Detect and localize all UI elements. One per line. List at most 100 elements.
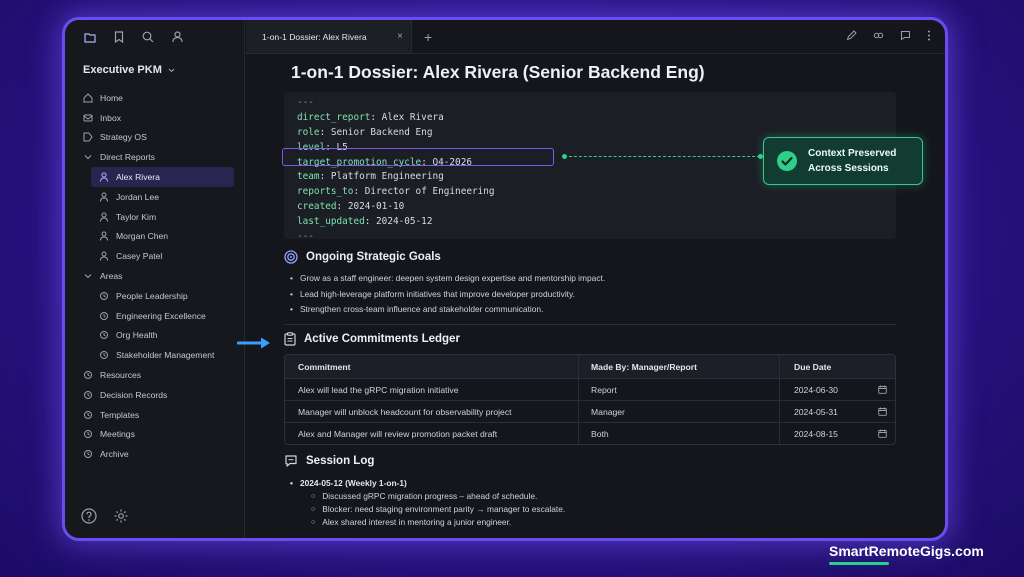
folder-icon[interactable] <box>84 32 96 43</box>
sidebar-item-label: Meetings <box>100 429 135 440</box>
person-icon <box>99 212 109 222</box>
target-icon <box>284 250 298 264</box>
chat-bubble-icon <box>284 454 298 468</box>
new-tab-button[interactable]: + <box>424 29 432 45</box>
tab-label: 1-on-1 Dossier: Alex Rivera <box>262 31 367 42</box>
session-log: 2024-05-12 (Weekly 1-on-1) Discussed gRP… <box>290 476 565 529</box>
sidebar-item-morgan-chen[interactable]: Morgan Chen <box>65 227 244 247</box>
sidebar-item-stakeholder-management[interactable]: Stakeholder Management <box>65 345 244 365</box>
frontmatter-value: Platform Engineering <box>330 171 444 183</box>
calendar-icon[interactable] <box>878 429 887 438</box>
sidebar-item-org-health[interactable]: Org Health <box>65 326 244 346</box>
area-icon <box>99 291 109 301</box>
sidebar-item-taylor-kim[interactable]: Taylor Kim <box>65 207 244 227</box>
vault-switcher[interactable]: Executive PKM <box>65 54 244 80</box>
tab-dossier[interactable]: 1-on-1 Dossier: Alex Rivera × <box>246 20 412 53</box>
sidebar-item-home[interactable]: Home <box>65 88 244 108</box>
table-cell[interactable]: Manager will unblock headcount for obser… <box>285 401 579 422</box>
sidebar-item-archive[interactable]: Archive <box>65 444 244 464</box>
column-header[interactable]: Due Date <box>780 355 895 378</box>
area-icon <box>83 449 93 459</box>
tab-bar: 1-on-1 Dossier: Alex Rivera × + <box>246 20 945 54</box>
area-icon <box>83 429 93 439</box>
sidebar: Executive PKM Home Inbox Strategy OS Dir… <box>65 20 245 538</box>
sidebar-item-casey-patel[interactable]: Casey Patel <box>65 246 244 266</box>
sidebar-item-strategy-os[interactable]: Strategy OS <box>65 128 244 148</box>
table-cell[interactable]: 2024-08-15 <box>780 423 895 444</box>
sidebar-folder-areas[interactable]: Areas <box>65 266 244 286</box>
help-icon[interactable] <box>81 508 97 524</box>
calendar-icon[interactable] <box>878 385 887 394</box>
frontmatter-value: Alex Rivera <box>381 111 444 123</box>
callout-line-2: Across Sessions <box>808 163 889 174</box>
home-icon <box>83 93 93 103</box>
goals-heading: Ongoing Strategic Goals <box>284 250 441 264</box>
search-icon[interactable] <box>142 31 154 43</box>
frontmatter-row: last_updated: 2024-05-12 <box>297 216 433 228</box>
table-cell[interactable]: Manager <box>579 401 780 422</box>
close-icon[interactable]: × <box>397 31 403 42</box>
sidebar-item-resources[interactable]: Resources <box>65 365 244 385</box>
table-cell[interactable]: Alex will lead the gRPC migration initia… <box>285 379 579 400</box>
sidebar-item-alex-rivera[interactable]: Alex Rivera <box>91 167 234 187</box>
list-item: Lead high-leverage platform initiatives … <box>290 287 605 303</box>
commitments-table: Commitment Made By: Manager/Report Due D… <box>284 354 896 445</box>
column-header[interactable]: Made By: Manager/Report <box>579 355 780 378</box>
connector-line <box>564 156 760 157</box>
callout-text: Context Preserved Across Sessions <box>808 146 896 176</box>
calendar-icon[interactable] <box>878 407 887 416</box>
sidebar-item-meetings[interactable]: Meetings <box>65 425 244 445</box>
sidebar-item-label: Casey Patel <box>116 251 163 262</box>
goals-list: Grow as a staff engineer: deepen system … <box>290 271 605 318</box>
list-item: Grow as a staff engineer: deepen system … <box>290 271 605 287</box>
bookmark-icon[interactable] <box>114 31 124 43</box>
callout-line-1: Context Preserved <box>808 148 897 159</box>
frontmatter-key: last_updated <box>297 216 365 228</box>
highlight-box <box>282 148 554 166</box>
sidebar-footer <box>81 508 129 524</box>
context-callout: Context Preserved Across Sessions <box>763 137 923 185</box>
table-row[interactable]: Alex and Manager will review promotion p… <box>285 422 895 444</box>
table-cell[interactable]: Alex and Manager will review promotion p… <box>285 423 579 444</box>
table-cell[interactable]: Both <box>579 423 780 444</box>
sidebar-item-label: Engineering Excellence <box>116 310 206 321</box>
column-header[interactable]: Commitment <box>285 355 579 378</box>
due-date: 2024-05-31 <box>794 406 838 417</box>
frontmatter-row: direct_report: Alex Rivera <box>297 111 444 123</box>
frontmatter-key: team <box>297 171 320 183</box>
sidebar-item-people-leadership[interactable]: People Leadership <box>65 286 244 306</box>
frontmatter-close: --- <box>297 231 314 243</box>
link-icon[interactable] <box>873 30 884 41</box>
sidebar-item-engineering-excellence[interactable]: Engineering Excellence <box>65 306 244 326</box>
person-icon <box>99 172 109 182</box>
ledger-heading: Active Commitments Ledger <box>284 332 460 346</box>
tab-actions <box>846 30 931 41</box>
comment-icon[interactable] <box>900 30 911 41</box>
frontmatter-key: role <box>297 126 320 138</box>
person-icon <box>99 231 109 242</box>
sidebar-item-jordan-lee[interactable]: Jordan Lee <box>65 187 244 207</box>
table-cell[interactable]: 2024-05-31 <box>780 401 895 422</box>
list-item: Strengthen cross-team influence and stak… <box>290 302 605 318</box>
sidebar-item-decision-records[interactable]: Decision Records <box>65 385 244 405</box>
table-row[interactable]: Manager will unblock headcount for obser… <box>285 400 895 422</box>
table-cell[interactable]: Report <box>579 379 780 400</box>
more-icon[interactable] <box>927 30 931 41</box>
sidebar-item-label: Areas <box>100 271 123 282</box>
sidebar-folder-direct-reports[interactable]: Direct Reports <box>65 147 244 167</box>
person-icon[interactable] <box>172 31 183 43</box>
table-cell[interactable]: 2024-06-30 <box>780 379 895 400</box>
sidebar-nav: Home Inbox Strategy OS Direct Reports Al… <box>65 88 244 464</box>
frontmatter-row: reports_to: Director of Engineering <box>297 186 495 198</box>
sidebar-item-label: Taylor Kim <box>116 211 157 222</box>
table-row[interactable]: Alex will lead the gRPC migration initia… <box>285 378 895 400</box>
frontmatter-key: created <box>297 201 337 213</box>
session-log-heading-text: Session Log <box>306 455 375 467</box>
area-icon <box>99 350 109 360</box>
sidebar-item-label: Alex Rivera <box>116 172 160 183</box>
sidebar-item-label: People Leadership <box>116 290 188 301</box>
sidebar-item-templates[interactable]: Templates <box>65 405 244 425</box>
edit-icon[interactable] <box>846 30 857 41</box>
gear-icon[interactable] <box>113 508 129 524</box>
sidebar-item-inbox[interactable]: Inbox <box>65 108 244 128</box>
